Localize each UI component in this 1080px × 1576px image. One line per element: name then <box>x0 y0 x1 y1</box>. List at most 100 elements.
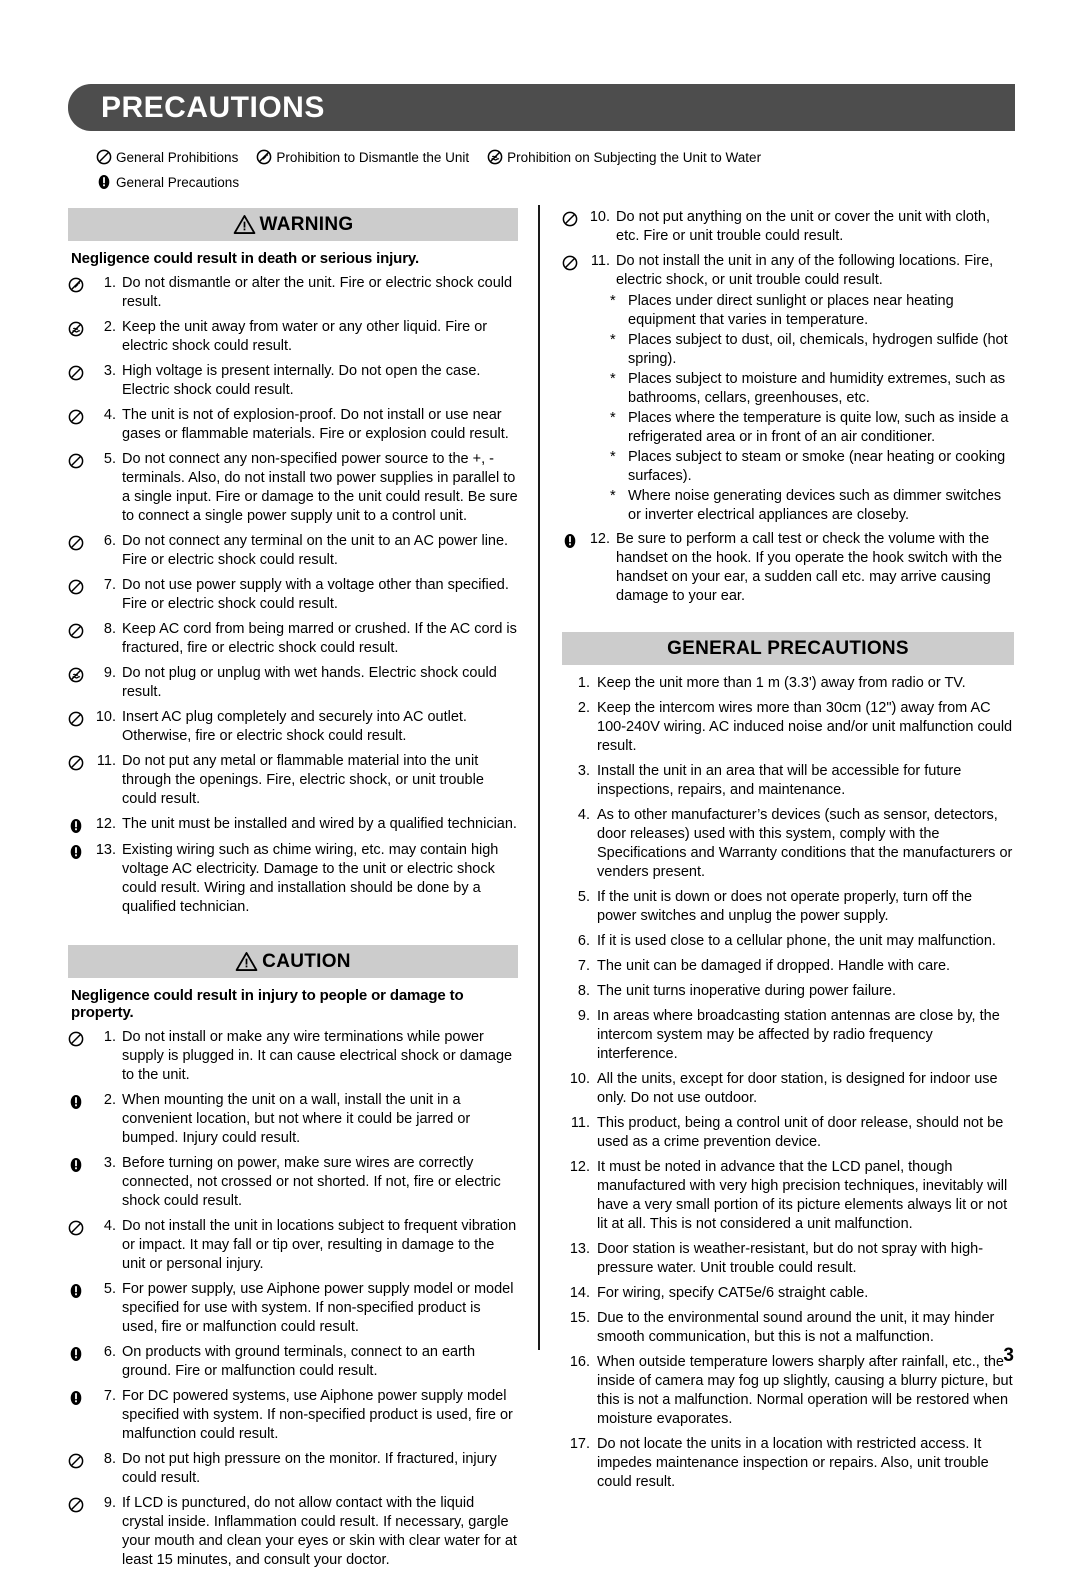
item-text: Keep the intercom wires more than 30cm (… <box>597 700 1013 754</box>
item-text: Keep the unit away from water or any oth… <box>122 319 488 354</box>
item-number: 8. <box>103 621 116 637</box>
list-item: 10. Do not put anything on the unit or c… <box>562 208 1014 246</box>
item-number: 10. <box>95 709 116 725</box>
item-text: If LCD is punctured, do not allow contac… <box>122 1495 517 1568</box>
list-item: 11. This product, being a control unit o… <box>562 1114 1014 1152</box>
prohibition-water-icon <box>487 149 503 165</box>
list-item: 6. If it is used close to a cellular pho… <box>562 932 1014 951</box>
list-item: 1. Do not install or make any wire termi… <box>68 1028 518 1085</box>
item-number: 1. <box>103 1029 116 1045</box>
item-text: The unit is not of explosion-proof. Do n… <box>122 407 509 442</box>
list-item: 7. For DC powered systems, use Aiphone p… <box>68 1387 518 1444</box>
item-number: 2. <box>103 1092 116 1108</box>
sub-item-text: Where noise generating devices such as d… <box>628 488 1002 523</box>
item-number: 11. <box>570 1115 590 1131</box>
general-prohibition-icon <box>68 1494 90 1514</box>
item-text: Keep AC cord from being marred or crushe… <box>122 621 517 656</box>
legend-label: General Prohibitions <box>116 149 239 165</box>
sub-list-item: * Places subject to steam or smoke (near… <box>562 448 1014 486</box>
item-text: Do not plug or unplug with wet hands. El… <box>122 665 497 700</box>
list-item: 8. Keep AC cord from being marred or cru… <box>68 620 518 658</box>
item-text: For power supply, use Aiphone power supp… <box>122 1281 514 1335</box>
list-item: 5. If the unit is down or does not opera… <box>562 888 1014 926</box>
legend-label: General Precautions <box>116 174 240 190</box>
list-item: 9. In areas where broadcasting station a… <box>562 1007 1014 1064</box>
item-number: 12. <box>589 531 610 547</box>
list-item: 12. The unit must be installed and wired… <box>68 815 518 835</box>
general-prohibition-icon <box>68 532 90 552</box>
list-item: 5. Do not connect any non-specified powe… <box>68 450 518 526</box>
item-number: 13. <box>569 1241 590 1257</box>
item-number: 8. <box>103 1451 116 1467</box>
list-item: 7. The unit can be damaged if dropped. H… <box>562 957 1014 976</box>
page-number: 3 <box>1003 1345 1014 1366</box>
item-number: 9. <box>577 1008 590 1024</box>
item-number: 6. <box>577 933 590 949</box>
item-text: All the units, except for door station, … <box>597 1071 998 1106</box>
legend-general-prohibitions: General Prohibitions <box>96 149 238 165</box>
item-text: The unit must be installed and wired by … <box>122 816 517 832</box>
legend-row-2: General Precautions <box>96 171 996 193</box>
sub-list-item: * Places subject to moisture and humidit… <box>562 370 1014 408</box>
item-text: Do not put high pressure on the monitor.… <box>122 1451 497 1486</box>
item-text: Install the unit in an area that will be… <box>597 763 962 798</box>
item-text: High voltage is present internally. Do n… <box>122 363 481 398</box>
general-prohibition-icon <box>96 149 112 165</box>
item-number: 2. <box>577 700 590 716</box>
list-item: 4. The unit is not of explosion-proof. D… <box>68 406 518 444</box>
item-number: 13. <box>95 842 116 858</box>
general-prohibition-icon <box>68 1450 90 1470</box>
item-text: Before turning on power, make sure wires… <box>122 1155 501 1209</box>
general-prohibition-icon <box>68 406 90 426</box>
item-text: For DC powered systems, use Aiphone powe… <box>122 1388 513 1442</box>
sub-list-item: * Where noise generating devices such as… <box>562 487 1014 525</box>
item-text: Do not dismantle or alter the unit. Fire… <box>122 275 513 310</box>
item-text: Do not put anything on the unit or cover… <box>616 209 991 244</box>
list-item: 6. Do not connect any terminal on the un… <box>68 532 518 570</box>
prohibition-water-icon <box>68 664 90 684</box>
list-item: 2. When mounting the unit on a wall, ins… <box>68 1091 518 1148</box>
sub-item-text: Places subject to moisture and humidity … <box>628 371 1006 406</box>
item-text: Do not install the unit in any of the fo… <box>616 253 994 288</box>
bullet-star: * <box>610 332 616 348</box>
item-number: 4. <box>103 1218 116 1234</box>
bullet-star: * <box>610 410 616 426</box>
list-item: 1. Do not dismantle or alter the unit. F… <box>68 274 518 312</box>
bullet-star: * <box>610 371 616 387</box>
item-number: 2. <box>103 319 116 335</box>
item-number: 7. <box>103 577 116 593</box>
item-number: 12. <box>569 1159 590 1175</box>
list-item: 9. Do not plug or unplug with wet hands.… <box>68 664 518 702</box>
list-item: 4. Do not install the unit in locations … <box>68 1217 518 1274</box>
prohibition-dismantle-icon <box>68 274 90 294</box>
legend-prohibition-water: Prohibition on Subjecting the Unit to Wa… <box>487 149 761 165</box>
item-number: 4. <box>103 407 116 423</box>
caution-title: CAUTION <box>262 950 351 972</box>
prohibition-water-icon <box>68 318 90 338</box>
item-number: 3. <box>103 1155 116 1171</box>
item-text: Do not use power supply with a voltage o… <box>122 577 509 612</box>
item-number: 9. <box>103 1495 116 1511</box>
item-text: As to other manufacturer’s devices (such… <box>597 807 1013 880</box>
item-text: Do not connect any non-specified power s… <box>122 451 518 524</box>
bullet-star: * <box>610 449 616 465</box>
item-number: 4. <box>577 807 590 823</box>
list-item: 14. For wiring, specify CAT5e/6 straight… <box>562 1284 1014 1303</box>
list-item: 2. Keep the unit away from water or any … <box>68 318 518 356</box>
item-text: The unit can be damaged if dropped. Hand… <box>597 958 951 974</box>
list-item: 3. High voltage is present internally. D… <box>68 362 518 400</box>
list-item: 12. Be sure to perform a call test or ch… <box>562 530 1014 606</box>
item-number: 15. <box>569 1310 590 1326</box>
sub-list-item: * Places subject to dust, oil, chemicals… <box>562 331 1014 369</box>
item-text: Insert AC plug completely and securely i… <box>122 709 467 744</box>
warning-lead-text: Negligence could result in death or seri… <box>71 250 419 267</box>
item-text: This product, being a control unit of do… <box>597 1115 1004 1150</box>
item-text: Be sure to perform a call test or check … <box>616 531 1003 604</box>
sub-list-item: * Places where the temperature is quite … <box>562 409 1014 447</box>
warning-continued-list: 10. Do not put anything on the unit or c… <box>562 208 1014 606</box>
general-prohibition-icon <box>68 576 90 596</box>
general-prohibition-icon <box>68 1217 90 1237</box>
caution-lead-text: Negligence could result in injury to peo… <box>71 987 464 1021</box>
item-text: It must be noted in advance that the LCD… <box>597 1159 1008 1232</box>
legend-prohibition-dismantle: Prohibition to Dismantle the Unit <box>256 149 469 165</box>
